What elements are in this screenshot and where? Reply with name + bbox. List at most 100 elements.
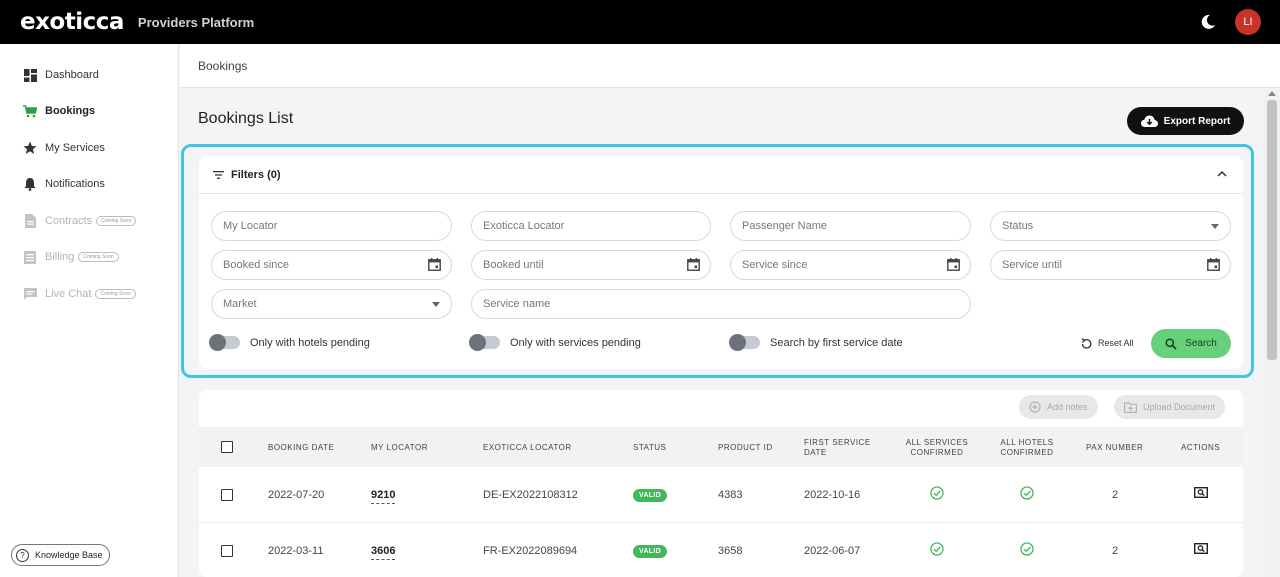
check-circle-icon: [930, 486, 944, 500]
filters-header[interactable]: Filters (0): [199, 156, 1243, 194]
toggle-services-pending[interactable]: Only with services pending: [469, 334, 641, 351]
caret-down-icon: [432, 302, 440, 307]
col-all-services-confirmed[interactable]: ALL SERVICES CONFIRMED: [902, 438, 972, 458]
cloud-download-icon: [1140, 115, 1158, 127]
breadcrumb[interactable]: Bookings: [198, 59, 247, 73]
exoticca-locator-placeholder: Exoticca Locator: [483, 220, 565, 232]
passenger-name-input[interactable]: Passenger Name: [730, 211, 971, 241]
col-exoticca-locator[interactable]: EXOTICCA LOCATOR: [483, 443, 572, 453]
upload-document-button[interactable]: Upload Document: [1114, 395, 1226, 419]
coming-soon-badge: Coming Soon: [78, 252, 119, 262]
status-select[interactable]: Status: [990, 211, 1231, 241]
search-button[interactable]: Search: [1151, 329, 1231, 358]
sidebar-item-dashboard[interactable]: Dashboard: [22, 65, 99, 85]
toggle-switch[interactable]: [209, 334, 240, 351]
exoticca-logo[interactable]: exoticca: [20, 9, 124, 35]
toggle-first-service-date[interactable]: Search by first service date: [729, 334, 903, 351]
product-id: 4383: [718, 489, 743, 501]
calendar-icon[interactable]: [1207, 258, 1220, 271]
col-product-id[interactable]: PRODUCT ID: [718, 443, 773, 453]
col-label: FIRST SERVICE: [804, 438, 871, 447]
dark-mode-moon-icon[interactable]: [1199, 13, 1217, 31]
toggle-hotels-pending[interactable]: Only with hotels pending: [209, 334, 370, 351]
col-my-locator[interactable]: MY LOCATOR: [371, 443, 428, 453]
col-first-service-date[interactable]: FIRST SERVICE DATE: [804, 438, 871, 458]
col-label: DATE: [804, 448, 827, 457]
sidebar-item-label: Bookings: [45, 105, 96, 117]
reset-all-label: Reset All: [1098, 338, 1134, 348]
sidebar-item-bookings[interactable]: Bookings: [22, 101, 95, 121]
folder-plus-icon: [1124, 401, 1137, 413]
page-title: Bookings List: [198, 110, 294, 127]
platform-title: Providers Platform: [137, 14, 255, 30]
toggle-hotels-label: Only with hotels pending: [250, 336, 370, 349]
market-select[interactable]: Market: [211, 289, 452, 319]
toggle-switch[interactable]: [729, 334, 760, 351]
col-label: ALL SERVICES: [905, 438, 969, 447]
booked-since-input[interactable]: Booked since: [211, 250, 452, 280]
add-notes-button[interactable]: Add notes: [1019, 395, 1098, 419]
filters-panel: Filters (0) My Locator Exoticca Locator …: [199, 156, 1243, 369]
knowledge-base-button[interactable]: ? Knowledge Base: [11, 544, 110, 566]
breadcrumb-bar: Bookings: [180, 44, 1280, 88]
sidebar-item-label: Contracts: [45, 215, 93, 227]
service-until-placeholder: Service until: [1002, 259, 1062, 271]
col-all-hotels-confirmed[interactable]: ALL HOTELS CONFIRMED: [992, 438, 1062, 458]
user-avatar[interactable]: LI: [1235, 9, 1261, 35]
bell-icon: [22, 176, 38, 192]
service-name-input[interactable]: Service name: [471, 289, 971, 319]
coming-soon-badge: Coming Soon: [96, 216, 137, 226]
scroll-up-arrow-icon[interactable]: [1268, 91, 1276, 96]
col-label: ALL HOTELS: [1000, 438, 1054, 447]
calendar-icon[interactable]: [687, 258, 700, 271]
my-locator-link[interactable]: 3606: [371, 545, 396, 560]
chevron-up-icon[interactable]: [1217, 170, 1227, 178]
sidebar-item-label: My Services: [45, 142, 105, 154]
my-locator-input[interactable]: My Locator: [211, 211, 452, 241]
view-details-icon[interactable]: [1194, 487, 1208, 498]
reset-all-button[interactable]: Reset All: [1081, 337, 1134, 349]
page-scrollbar[interactable]: [1264, 88, 1280, 577]
col-booking-date[interactable]: BOOKING DATE: [268, 443, 334, 453]
row-checkbox[interactable]: [221, 489, 233, 501]
col-label: CONFIRMED: [910, 448, 964, 457]
row-checkbox[interactable]: [221, 545, 233, 557]
exoticca-locator: FR-EX2022089694: [483, 545, 578, 557]
table-row[interactable]: 2022-07-20 9210 DE-EX2022108312 VALID 43…: [199, 467, 1243, 523]
col-actions: ACTIONS: [1181, 443, 1221, 452]
billing-icon: [22, 249, 38, 265]
service-until-input[interactable]: Service until: [990, 250, 1231, 280]
search-label: Search: [1185, 338, 1217, 349]
filters-title: Filters (0): [231, 169, 281, 181]
table-row[interactable]: 2022-03-11 3606 FR-EX2022089694 VALID 36…: [199, 523, 1243, 577]
booking-date: 2022-07-20: [268, 489, 325, 501]
my-locator-placeholder: My Locator: [223, 220, 278, 232]
status-badge: VALID: [633, 489, 667, 502]
exoticca-locator: DE-EX2022108312: [483, 489, 578, 501]
table-header: BOOKING DATE MY LOCATOR EXOTICCA LOCATOR…: [199, 427, 1243, 467]
product-id: 3658: [718, 545, 743, 557]
my-locator-link[interactable]: 9210: [371, 489, 396, 504]
export-report-button[interactable]: Export Report: [1127, 107, 1244, 135]
scrollbar-thumb[interactable]: [1267, 100, 1277, 360]
col-status[interactable]: STATUS: [633, 443, 666, 453]
service-since-input[interactable]: Service since: [730, 250, 971, 280]
col-pax-number[interactable]: PAX NUMBER: [1086, 443, 1143, 453]
select-all-checkbox[interactable]: [221, 441, 233, 453]
sidebar-item-notifications[interactable]: Notifications: [22, 174, 105, 194]
pax-number: 2: [1112, 545, 1119, 557]
view-details-icon[interactable]: [1194, 543, 1208, 554]
service-name-placeholder: Service name: [483, 298, 551, 310]
booked-until-input[interactable]: Booked until: [471, 250, 711, 280]
sidebar-item-label: Billing: [45, 251, 75, 263]
first-service-date: 2022-10-16: [804, 489, 861, 501]
toggle-switch[interactable]: [469, 334, 500, 351]
first-service-date: 2022-06-07: [804, 545, 861, 557]
calendar-icon[interactable]: [428, 258, 441, 271]
sidebar: Dashboard Bookings My Services Notificat…: [0, 44, 179, 577]
sidebar-item-my-services[interactable]: My Services: [22, 138, 105, 158]
calendar-icon[interactable]: [947, 258, 960, 271]
caret-down-icon: [1211, 224, 1219, 229]
check-circle-icon: [1020, 486, 1034, 500]
exoticca-locator-input[interactable]: Exoticca Locator: [471, 211, 711, 241]
